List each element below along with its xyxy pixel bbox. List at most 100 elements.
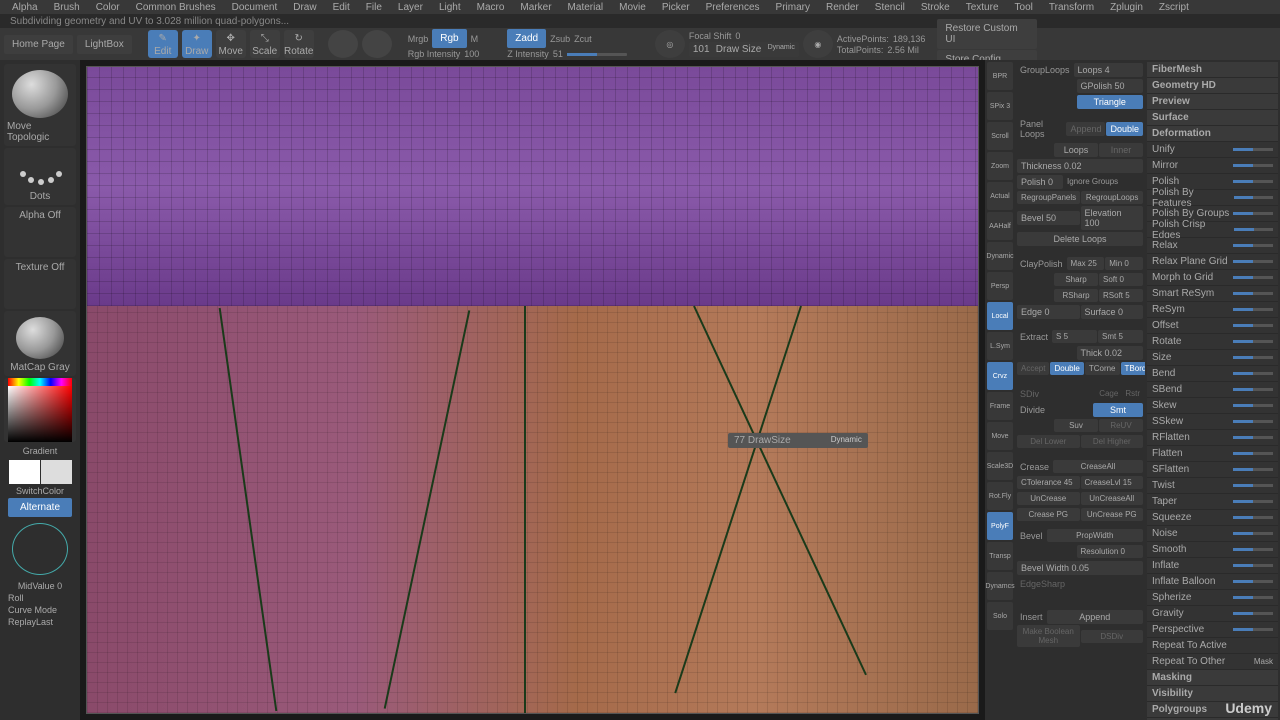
sidetool-move[interactable]: Move: [987, 422, 1013, 450]
right-flatten[interactable]: Flatten: [1147, 446, 1278, 462]
scale-mode-button[interactable]: ⤡Scale: [250, 30, 280, 58]
uncreaseall-button[interactable]: UnCreaseAll: [1081, 492, 1144, 505]
menu-color[interactable]: Color: [88, 0, 128, 14]
sidetool-actual[interactable]: Actual: [987, 182, 1013, 210]
right-taper[interactable]: Taper: [1147, 494, 1278, 510]
mrgb-button[interactable]: Mrgb: [408, 34, 429, 44]
crease-button[interactable]: Crease: [1017, 460, 1052, 474]
sidetool-crvz[interactable]: Crvz: [987, 362, 1013, 390]
soft-slider[interactable]: Soft 0: [1099, 273, 1143, 286]
rgb-button[interactable]: Rgb: [432, 29, 466, 48]
right-repeat-to-other[interactable]: Repeat To OtherMask: [1147, 654, 1278, 670]
sidetool-transp[interactable]: Transp: [987, 542, 1013, 570]
divide-smt-button[interactable]: Smt: [1093, 403, 1143, 417]
right-surface[interactable]: Surface: [1147, 110, 1278, 126]
roll-button[interactable]: Roll: [4, 593, 24, 603]
polish-slider[interactable]: Polish 0: [1017, 175, 1063, 189]
sidetool-local[interactable]: Local: [987, 302, 1013, 330]
menu-primary[interactable]: Primary: [768, 0, 818, 14]
right-spherize[interactable]: Spherize: [1147, 590, 1278, 606]
right-offset[interactable]: Offset: [1147, 318, 1278, 334]
home-button[interactable]: Home Page: [4, 35, 73, 54]
right-polish-by-features[interactable]: Polish By Features: [1147, 190, 1278, 206]
delete-loops-button[interactable]: Delete Loops: [1017, 232, 1143, 246]
alternate-button[interactable]: Alternate: [8, 498, 72, 517]
right-perspective[interactable]: Perspective: [1147, 622, 1278, 638]
sidetool-l-sym[interactable]: L.Sym: [987, 332, 1013, 360]
right-unify[interactable]: Unify: [1147, 142, 1278, 158]
bevelwidth-slider[interactable]: Bevel Width 0.05: [1017, 561, 1143, 575]
insert-button[interactable]: Insert: [1017, 610, 1046, 624]
alpha-selector[interactable]: Alpha Off: [4, 207, 76, 257]
menu-common-brushes[interactable]: Common Brushes: [128, 0, 224, 14]
right-relax[interactable]: Relax: [1147, 238, 1278, 254]
sidetool-persp[interactable]: Persp: [987, 272, 1013, 300]
right-rotate[interactable]: Rotate: [1147, 334, 1278, 350]
min-slider[interactable]: Min 0: [1105, 257, 1143, 270]
zcut-button[interactable]: Zcut: [574, 34, 592, 44]
sidetool-polyf[interactable]: PolyF: [987, 512, 1013, 540]
sidetool-dynamic[interactable]: Dynamic: [987, 242, 1013, 270]
right-noise[interactable]: Noise: [1147, 526, 1278, 542]
sidetool-rot-fly[interactable]: Rot.Fly: [987, 482, 1013, 510]
bevel-button[interactable]: Bevel: [1017, 529, 1046, 543]
elevation-slider[interactable]: Elevation 100: [1081, 206, 1144, 230]
tcorner-button[interactable]: TCorne: [1085, 362, 1120, 375]
menu-movie[interactable]: Movie: [611, 0, 654, 14]
s-slider[interactable]: S 5: [1052, 330, 1097, 343]
creasepg-button[interactable]: Crease PG: [1017, 508, 1080, 521]
menu-material[interactable]: Material: [560, 0, 612, 14]
sidetool-aahalf[interactable]: AAHalf: [987, 212, 1013, 240]
right-geometry-hd[interactable]: Geometry HD: [1147, 78, 1278, 94]
restore-ui-button[interactable]: Restore Custom UI: [937, 19, 1037, 49]
creaseall-button[interactable]: CreaseAll: [1053, 460, 1143, 473]
menu-texture[interactable]: Texture: [958, 0, 1007, 14]
menu-zplugin[interactable]: Zplugin: [1102, 0, 1151, 14]
right-preview[interactable]: Preview: [1147, 94, 1278, 110]
ploops-button[interactable]: Loops: [1054, 143, 1098, 157]
reuv-button[interactable]: ReUV: [1099, 419, 1143, 432]
draw-size-slider[interactable]: 101Draw SizeDynamic: [689, 42, 799, 57]
accept-button[interactable]: Accept: [1017, 362, 1049, 375]
sidetool-scale3d[interactable]: Scale3D: [987, 452, 1013, 480]
right-skew[interactable]: Skew: [1147, 398, 1278, 414]
triangle-button[interactable]: Triangle: [1077, 95, 1144, 109]
sidetool-dynamcs[interactable]: Dynamcs: [987, 572, 1013, 600]
right-sflatten[interactable]: SFlatten: [1147, 462, 1278, 478]
max-slider[interactable]: Max 25: [1067, 257, 1105, 270]
uncrease-button[interactable]: UnCrease: [1017, 492, 1080, 505]
stroke-selector[interactable]: Dots: [4, 148, 76, 205]
right-gravity[interactable]: Gravity: [1147, 606, 1278, 622]
rsharp-button[interactable]: RSharp: [1054, 289, 1098, 302]
divide-button[interactable]: Divide: [1017, 403, 1048, 417]
m-button[interactable]: M: [471, 34, 479, 44]
propwidth-button[interactable]: PropWidth: [1047, 529, 1143, 542]
menu-brush[interactable]: Brush: [46, 0, 88, 14]
menu-alpha[interactable]: Alpha: [4, 0, 46, 14]
ctolerance-slider[interactable]: CTolerance 45: [1017, 476, 1080, 489]
viewport[interactable]: 77 DrawSizeDynamic: [80, 60, 985, 720]
zsub-button[interactable]: Zsub: [550, 34, 570, 44]
insert-append-button[interactable]: Append: [1047, 610, 1143, 624]
menu-light[interactable]: Light: [431, 0, 469, 14]
right-sskew[interactable]: SSkew: [1147, 414, 1278, 430]
right-repeat-to-active[interactable]: Repeat To Active: [1147, 638, 1278, 654]
extract-double-button[interactable]: Double: [1050, 362, 1083, 375]
right-resym[interactable]: ReSym: [1147, 302, 1278, 318]
right-morph-to-grid[interactable]: Morph to Grid: [1147, 270, 1278, 286]
right-twist[interactable]: Twist: [1147, 478, 1278, 494]
right-mirror[interactable]: Mirror: [1147, 158, 1278, 174]
suv-button[interactable]: Suv: [1054, 419, 1098, 432]
surface-slider[interactable]: Surface 0: [1081, 305, 1144, 319]
regroup-loops-button[interactable]: RegroupLoops: [1081, 191, 1143, 204]
right-sbend[interactable]: SBend: [1147, 382, 1278, 398]
thickness-slider[interactable]: Thickness 0.02: [1017, 159, 1143, 173]
edit-mode-button[interactable]: ✎Edit: [148, 30, 178, 58]
menu-zscript[interactable]: Zscript: [1151, 0, 1197, 14]
right-inflate-balloon[interactable]: Inflate Balloon: [1147, 574, 1278, 590]
gpolish-slider[interactable]: GPolish 50: [1077, 79, 1144, 93]
menu-tool[interactable]: Tool: [1007, 0, 1041, 14]
creaselvl-slider[interactable]: CreaseLvl 15: [1081, 476, 1144, 489]
menu-layer[interactable]: Layer: [390, 0, 431, 14]
regroup-panels-button[interactable]: RegroupPanels: [1017, 191, 1080, 204]
